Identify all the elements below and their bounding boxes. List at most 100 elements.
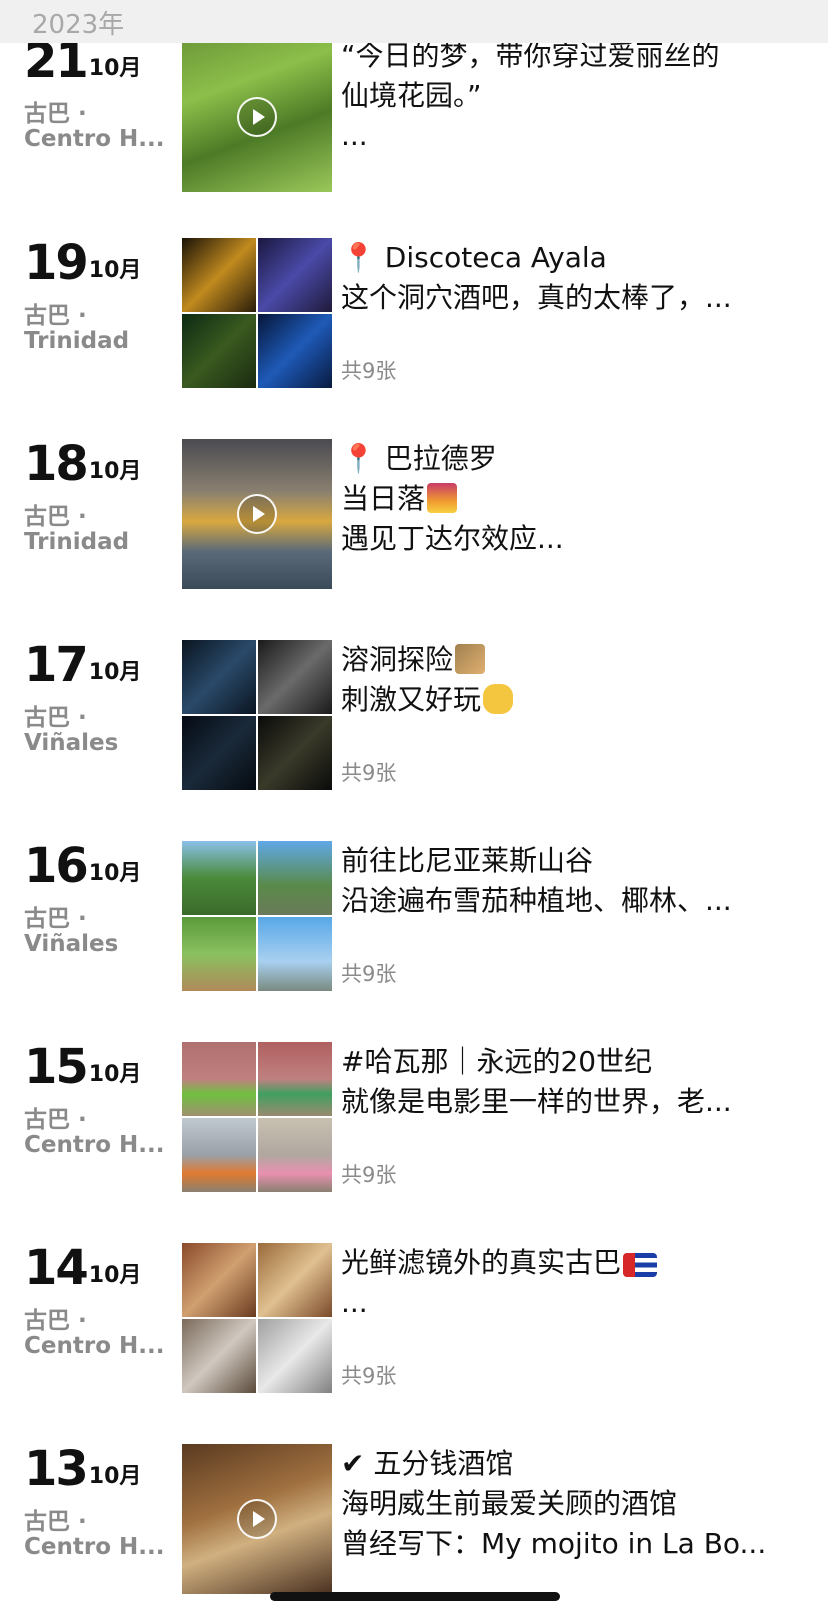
photo-count: 共9张 — [341, 962, 397, 986]
entry-day: 21 — [24, 33, 89, 89]
entry-location-place: Viñales — [24, 931, 119, 957]
caption-line: ... — [341, 119, 368, 152]
entry-date: 1710月 古巴 · Viñales — [24, 637, 174, 756]
entry-location-country: 古巴 · — [24, 705, 87, 731]
entry-day: 16 — [24, 838, 89, 894]
entry-location-place: Centro H... — [24, 1333, 165, 1359]
play-icon[interactable] — [237, 494, 277, 534]
moment-entry[interactable]: 1310月 古巴 · Centro H... ✔ 五分钱酒馆 海明威生前最爱关顾… — [0, 1444, 828, 1594]
check-icon: ✔ — [341, 1447, 365, 1480]
entry-location-country: 古巴 · — [24, 1509, 87, 1535]
entry-caption[interactable]: “今日的梦，带你穿过爱丽丝的 仙境花园。” ... — [341, 36, 801, 156]
caption-line: 就像是电影里一样的世界，老... — [341, 1085, 732, 1118]
entry-location-country: 古巴 · — [24, 303, 87, 329]
entry-day: 14 — [24, 1240, 89, 1296]
entry-location-place: Centro H... — [24, 1534, 165, 1560]
year-header: 2023年 — [32, 10, 125, 40]
caption-line: 沿途遍布雪茄种植地、椰林、... — [341, 884, 732, 917]
entry-location-place: Trinidad — [24, 328, 130, 354]
moment-entry[interactable]: 1810月 古巴 · Trinidad 📍 巴拉德罗 当日落 遇见丁达尔效应..… — [0, 439, 828, 589]
caption-line: 五分钱酒馆 — [373, 1447, 514, 1480]
caption-line: 仙境花园。” — [341, 79, 482, 112]
entry-photo-grid[interactable] — [182, 1243, 332, 1393]
moment-entry[interactable]: 1910月 古巴 · Trinidad 📍 Discoteca Ayala 这个… — [0, 238, 828, 388]
climber-emoji-icon — [455, 644, 486, 674]
caption-line: 遇见丁达尔效应... — [341, 522, 564, 555]
photo-count: 共9张 — [341, 359, 397, 383]
home-indicator[interactable] — [270, 1592, 560, 1601]
entry-date: 2110月 古巴 · Centro H... — [24, 33, 174, 152]
entry-caption[interactable]: 溶洞探险 刺激又好玩 — [341, 640, 801, 720]
entry-date: 1910月 古巴 · Trinidad — [24, 235, 174, 354]
entry-month: 10月 — [88, 861, 142, 886]
caption-line: ... — [341, 1286, 368, 1319]
play-icon[interactable] — [237, 97, 277, 137]
moment-entry[interactable]: 1610月 古巴 · Viñales 前往比尼亚莱斯山谷 沿途遍布雪茄种植地、椰… — [0, 841, 828, 991]
entry-date: 1810月 古巴 · Trinidad — [24, 436, 174, 555]
entry-location-country: 古巴 · — [24, 101, 87, 127]
entry-month: 10月 — [88, 1263, 142, 1288]
caption-line: 刺激又好玩 — [341, 683, 482, 716]
entry-caption[interactable]: 前往比尼亚莱斯山谷 沿途遍布雪茄种植地、椰林、... — [341, 841, 801, 921]
entry-date: 1310月 古巴 · Centro H... — [24, 1441, 174, 1560]
entry-video-thumbnail[interactable] — [182, 42, 332, 192]
caption-line: 前往比尼亚莱斯山谷 — [341, 844, 594, 877]
entry-date: 1610月 古巴 · Viñales — [24, 838, 174, 957]
moment-entry[interactable]: 1710月 古巴 · Viñales 溶洞探险 刺激又好玩 共9张 — [0, 640, 828, 790]
play-icon[interactable] — [237, 1499, 277, 1539]
entry-month: 10月 — [88, 56, 142, 81]
entry-caption[interactable]: 📍 Discoteca Ayala 这个洞穴酒吧，真的太棒了，... — [341, 238, 801, 318]
entry-day: 13 — [24, 1441, 89, 1497]
caption-line: #哈瓦那｜永远的20世纪 — [341, 1045, 653, 1078]
entry-photo-grid[interactable] — [182, 1042, 332, 1192]
moment-entry[interactable]: 1510月 古巴 · Centro H... #哈瓦那｜永远的20世纪 就像是电… — [0, 1042, 828, 1192]
entry-location-country: 古巴 · — [24, 504, 87, 530]
sunset-emoji-icon — [427, 483, 458, 513]
entry-photo-grid[interactable] — [182, 640, 332, 790]
moment-entry[interactable]: 2110月 古巴 · Centro H... “今日的梦，带你穿过爱丽丝的 仙境… — [0, 33, 828, 192]
caption-line: Discoteca Ayala — [384, 241, 607, 274]
entry-date: 1410月 古巴 · Centro H... — [24, 1240, 174, 1359]
entry-location-country: 古巴 · — [24, 906, 87, 932]
entry-video-thumbnail[interactable] — [182, 1444, 332, 1594]
photo-count: 共9张 — [341, 1364, 397, 1388]
location-pin-icon: 📍 — [341, 442, 376, 475]
caption-line: 光鲜滤镜外的真实古巴 — [341, 1246, 622, 1279]
entry-caption[interactable]: #哈瓦那｜永远的20世纪 就像是电影里一样的世界，老... — [341, 1042, 801, 1122]
entry-day: 18 — [24, 436, 89, 492]
caption-line: 溶洞探险 — [341, 643, 454, 676]
caption-line: 当日落 — [341, 482, 426, 515]
photo-count: 共9张 — [341, 761, 397, 785]
entry-month: 10月 — [88, 258, 142, 283]
victory-hand-emoji-icon — [483, 684, 514, 714]
entry-month: 10月 — [88, 1464, 142, 1489]
moment-entry[interactable]: 1410月 古巴 · Centro H... 光鲜滤镜外的真实古巴 ... 共9… — [0, 1243, 828, 1393]
entry-month: 10月 — [88, 1062, 142, 1087]
entry-location-country: 古巴 · — [24, 1308, 87, 1334]
entry-location-place: Viñales — [24, 730, 119, 756]
entry-location-place: Centro H... — [24, 126, 165, 152]
caption-line: 这个洞穴酒吧，真的太棒了，... — [341, 281, 732, 314]
entry-day: 15 — [24, 1039, 89, 1095]
caption-line: 巴拉德罗 — [384, 442, 497, 475]
entry-month: 10月 — [88, 459, 142, 484]
entry-location-place: Centro H... — [24, 1132, 165, 1158]
entry-day: 19 — [24, 235, 89, 291]
entry-date: 1510月 古巴 · Centro H... — [24, 1039, 174, 1158]
entry-month: 10月 — [88, 660, 142, 685]
caption-line: 海明威生前最爱关顾的酒馆 — [341, 1487, 678, 1520]
photo-count: 共9张 — [341, 1163, 397, 1187]
entry-caption[interactable]: 光鲜滤镜外的真实古巴 ... — [341, 1243, 801, 1323]
entry-photo-grid[interactable] — [182, 841, 332, 991]
cuba-flag-icon — [623, 1253, 658, 1277]
entry-caption[interactable]: 📍 巴拉德罗 当日落 遇见丁达尔效应... — [341, 439, 801, 559]
location-pin-icon: 📍 — [341, 241, 376, 274]
entry-photo-grid[interactable] — [182, 238, 332, 388]
entry-location-place: Trinidad — [24, 529, 130, 555]
entry-video-thumbnail[interactable] — [182, 439, 332, 589]
caption-line: 曾经写下：My mojito in La Bo... — [341, 1527, 767, 1560]
year-header-bar: 2023年 — [0, 0, 828, 43]
entry-location-country: 古巴 · — [24, 1107, 87, 1133]
entry-caption[interactable]: ✔ 五分钱酒馆 海明威生前最爱关顾的酒馆 曾经写下：My mojito in L… — [341, 1444, 801, 1564]
entry-day: 17 — [24, 637, 89, 693]
